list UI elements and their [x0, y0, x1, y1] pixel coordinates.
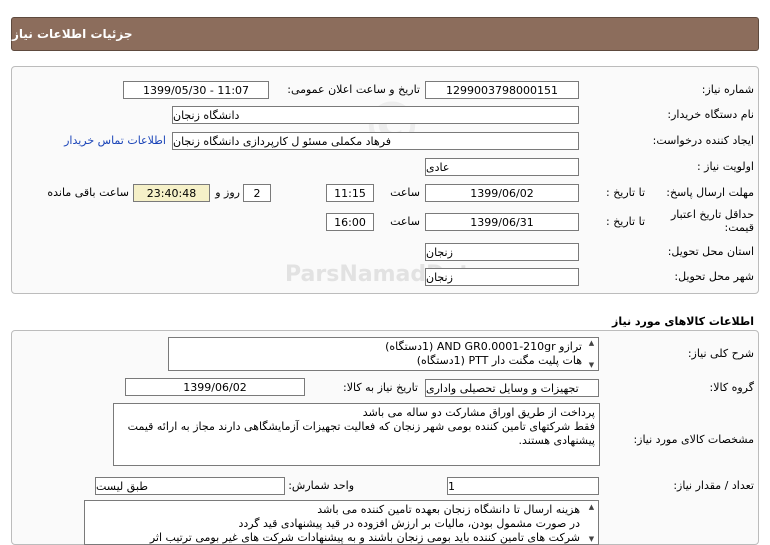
scroll-down-icon[interactable]: ▼ — [589, 361, 594, 369]
need-date-field: 1399/06/02 — [125, 378, 305, 396]
specs-label: مشخصات کالای مورد نیاز: — [633, 433, 754, 446]
validity-time-field: 16:00 — [326, 213, 374, 231]
deadline-time-label: ساعت — [390, 186, 420, 199]
summary-scrollbar[interactable]: ▲ ▼ — [586, 339, 597, 369]
creator-field: فرهاد مکملی مسئو ل کارپردازی دانشگاه زنج… — [172, 132, 579, 150]
priority-label: اولویت نیاز : — [696, 160, 754, 173]
summary-box: ترازو AND GR0.0001-210gr (1دستگاه) هات پ… — [168, 337, 599, 371]
deadline-label: مهلت ارسال پاسخ: — [666, 186, 754, 199]
province-label: استان محل تحویل: — [667, 245, 754, 258]
need-number-field: 1299003798000151 — [425, 81, 579, 99]
province-field: زنجان — [425, 243, 579, 261]
announce-field: 1399/05/30 - 11:07 — [123, 81, 269, 99]
remaining-label: ساعت باقی مانده — [47, 186, 129, 199]
summary-label: شرح کلی نیاز: — [687, 347, 754, 360]
buyer-contact-link[interactable]: اطلاعات تماس خریدار — [56, 134, 166, 147]
deadline-time-field: 11:15 — [326, 184, 374, 202]
notes-scroll-down-icon[interactable]: ▼ — [589, 535, 594, 543]
page-header: جزئیات اطلاعات نیاز — [11, 17, 759, 51]
validity-date-field: 1399/06/31 — [425, 213, 579, 231]
specs-line-1: پرداخت از طریق اوراق مشارکت دو ساله می ب… — [362, 406, 595, 419]
priority-field: عادی — [425, 158, 579, 176]
notes-line-2: در صورت مشمول بودن، مالیات بر ارزش افزود… — [238, 517, 580, 530]
unit-field: طبق لیست — [95, 477, 285, 495]
group-field: تجهیزات و وسایل تحصیلی واداری — [425, 379, 599, 397]
city-field: زنجان — [425, 268, 579, 286]
summary-line-1: ترازو AND GR0.0001-210gr (1دستگاه) — [385, 340, 582, 353]
buyer-label: نام دستگاه خریدار: — [667, 108, 754, 121]
remaining-time-field: 23:40:48 — [133, 184, 210, 202]
qty-label: تعداد / مقدار نیاز: — [673, 479, 754, 492]
scroll-up-icon[interactable]: ▲ — [589, 339, 594, 347]
notes-scroll-up-icon[interactable]: ▲ — [589, 503, 594, 511]
days-and-label: روز و — [215, 186, 240, 199]
group-label: گروه کالا: — [709, 381, 754, 394]
notes-line-3: شرکت های تامین کننده باید بومی زنجان باش… — [149, 531, 580, 544]
need-date-label: تاریخ نیاز به کالا: — [343, 381, 418, 394]
need-info-panel — [11, 66, 759, 294]
creator-label: ایجاد کننده درخواست: — [652, 134, 754, 147]
notes-line-1: هزینه ارسال تا دانشگاه زنجان بعهده تامین… — [317, 503, 580, 516]
notes-box: هزینه ارسال تا دانشگاه زنجان بعهده تامین… — [84, 500, 599, 545]
deadline-date-field: 1399/06/02 — [425, 184, 579, 202]
notes-scrollbar[interactable]: ▲ ▼ — [586, 503, 597, 543]
specs-line-3: پیشنهادی هستند. — [518, 434, 595, 447]
validity-time-label: ساعت — [390, 215, 420, 228]
summary-line-2: هات پلیت مگنت دار PTT (1دستگاه) — [416, 354, 582, 367]
need-number-label: شماره نیاز: — [701, 83, 754, 96]
announce-label: تاریخ و ساعت اعلان عمومی: — [287, 83, 420, 96]
buyer-field: دانشگاه زنجان — [172, 106, 579, 124]
qty-field: 1 — [447, 477, 599, 495]
deadline-to-date-label: تا تاریخ : — [606, 186, 645, 199]
validity-label: حداقل تاریخ اعتبار قیمت: — [670, 208, 754, 234]
city-label: شهر محل تحویل: — [674, 270, 754, 283]
remaining-days-field: 2 — [243, 184, 271, 202]
unit-label: واحد شمارش: — [288, 479, 354, 492]
specs-box: پرداخت از طریق اوراق مشارکت دو ساله می ب… — [113, 403, 600, 466]
page-title: جزئیات اطلاعات نیاز — [12, 27, 133, 41]
specs-line-2: فقط شرکتهای تامین کننده بومی شهر زنجان ک… — [127, 420, 595, 433]
validity-to-date-label: تا تاریخ : — [606, 215, 645, 228]
goods-section-title: اطلاعات کالاهای مورد نیاز — [612, 315, 754, 328]
